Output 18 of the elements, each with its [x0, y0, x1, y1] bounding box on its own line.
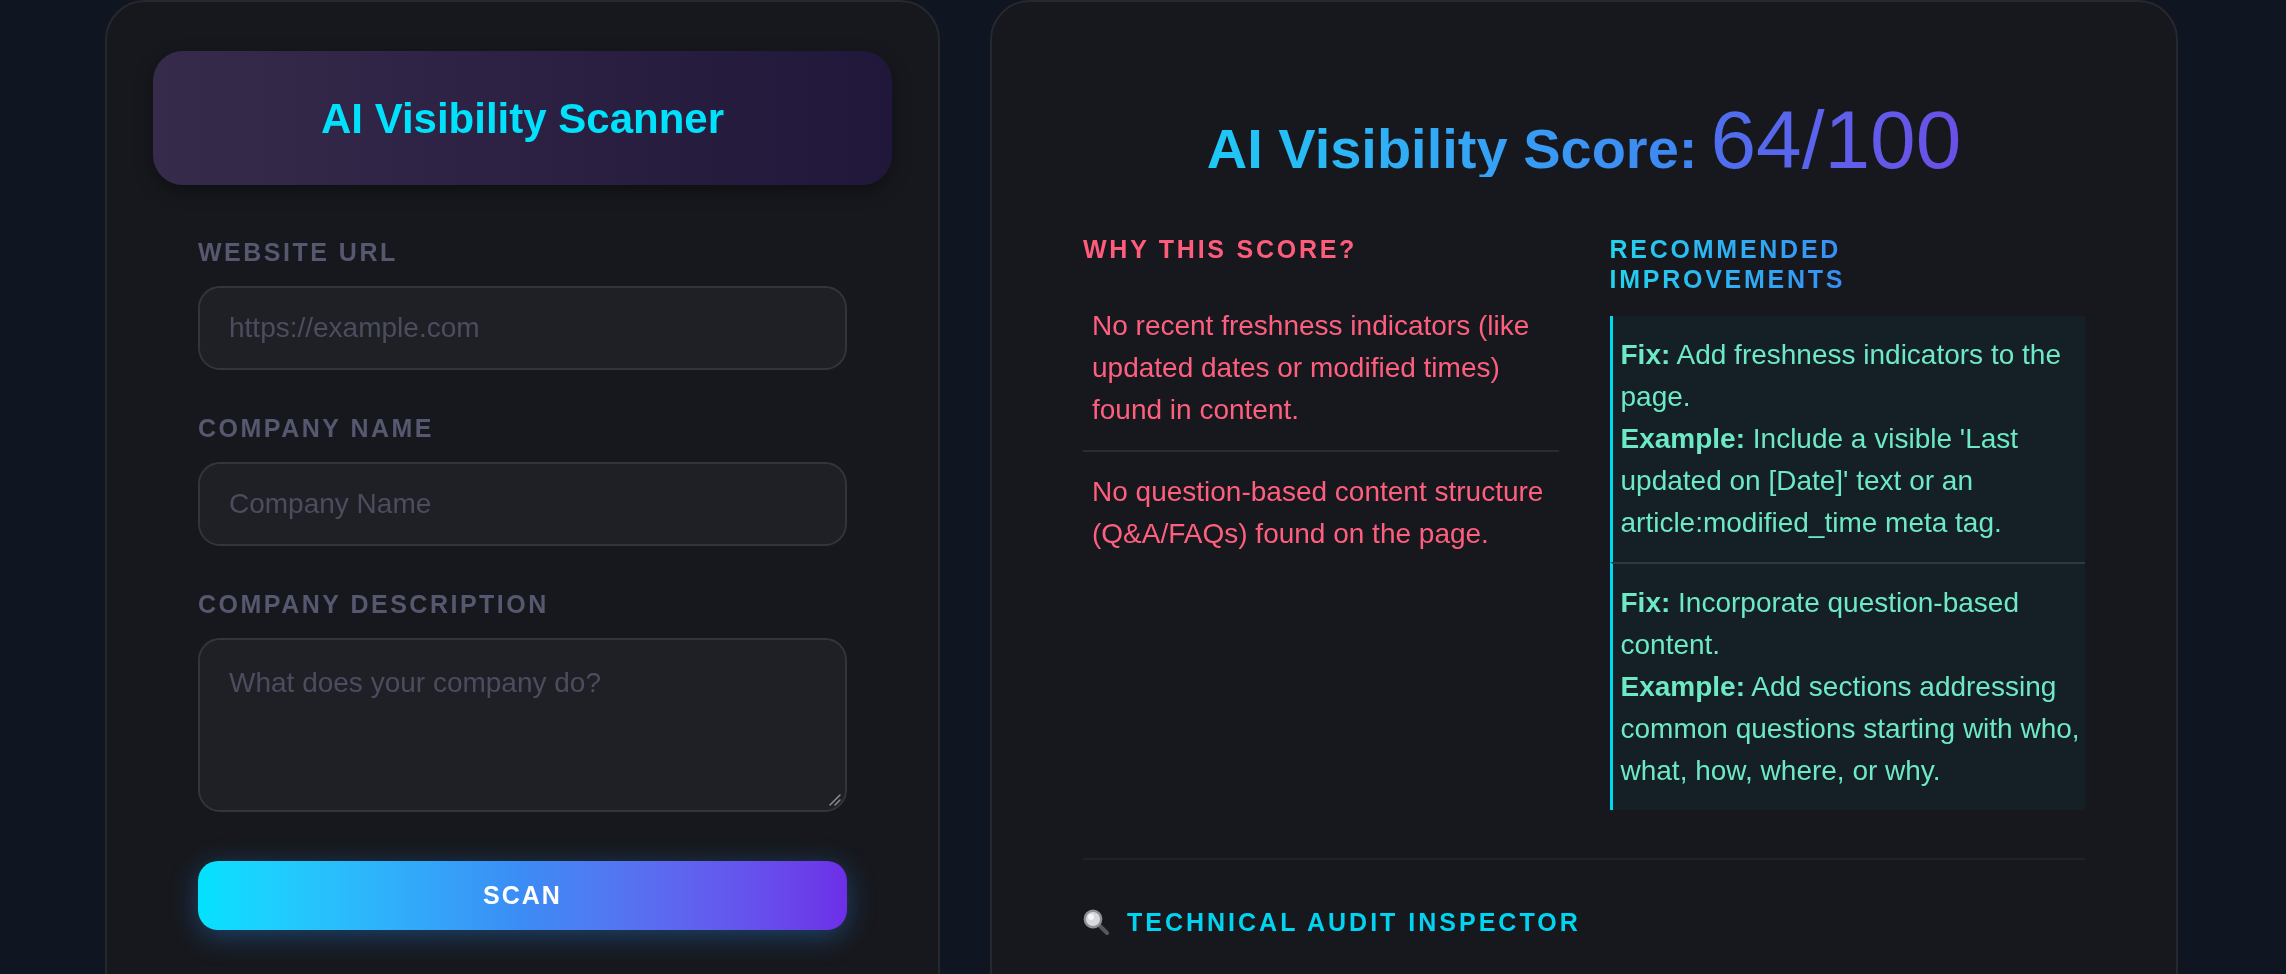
reasons-heading: WHY THIS SCORE?: [1083, 234, 1359, 264]
field-label: COMPANY DESCRIPTION: [198, 589, 550, 619]
field-label: WEBSITE URL: [198, 237, 399, 267]
improvement-text: Example: Include a visible 'Last updated on [Date]' text or an article:modified_time meta tag.: [1620, 422, 2020, 540]
input-field[interactable]: Company Name: [198, 462, 847, 546]
audit-heading: TECHNICAL AUDIT INSPECTOR: [1127, 907, 1581, 937]
search-icon: [1083, 909, 1109, 935]
improvement-text: Fix: Add freshness indicators to the page.: [1620, 338, 2062, 414]
input-field[interactable]: https://example.com: [198, 286, 847, 370]
scan-button[interactable]: SCAN: [198, 861, 847, 930]
app-title: AI Visibility Scanner: [320, 93, 724, 144]
improvement-text: Fix: Incorporate question-based content.: [1620, 586, 2020, 662]
field-label: COMPANY NAME: [198, 413, 436, 443]
improvement-text: Example: Add sections addressing common questions starting with who, what, how, where, or why.: [1620, 670, 2080, 788]
resize-grip-icon[interactable]: [829, 794, 841, 806]
reason-text: No question-based content structure (Q&A/FAQs) found on the page.: [1092, 475, 1545, 551]
reason-text: No recent freshness indicators (like updated dates or modified times) found in content.: [1092, 309, 1531, 427]
textarea-field[interactable]: What does your company do?: [198, 638, 847, 812]
